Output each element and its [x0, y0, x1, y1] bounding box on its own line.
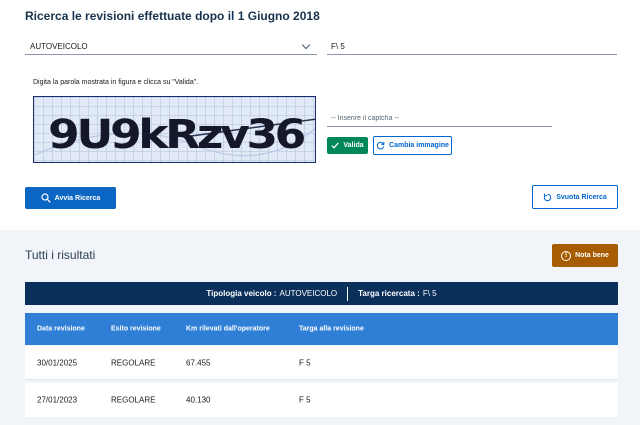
- summary-plate-label: Targa ricercata :: [358, 289, 420, 298]
- captcha-hint: Digita la parola mostrata in figura e cl…: [33, 79, 199, 86]
- column-header-date: Data revisione: [37, 325, 85, 333]
- column-header-km: Km rilevati dall'operatore: [186, 325, 270, 333]
- summary-plate-value: F\ 5: [422, 289, 437, 298]
- search-button[interactable]: Avvia Ricerca: [25, 187, 116, 209]
- cell-date: 30/01/2025: [37, 358, 78, 367]
- table-row: 27/01/2023 REGOLARE 40.130 F 5: [25, 383, 618, 417]
- refresh-icon: [376, 141, 385, 150]
- change-image-label: Cambia immagine: [389, 142, 449, 149]
- vehicle-type-value: AUTOVEICOLO: [30, 41, 88, 51]
- captcha-text: 9U9kRzv36: [48, 112, 304, 158]
- cell-outcome: REGOLARE: [111, 358, 156, 367]
- search-label: Avvia Ricerca: [54, 194, 101, 202]
- change-image-button[interactable]: Cambia immagine: [373, 136, 452, 155]
- search-icon: [41, 193, 51, 203]
- cell-km: 40.130: [186, 395, 211, 405]
- summary-vehicle-value: AUTOVEICOLO: [279, 289, 338, 298]
- cell-plate: F 5: [299, 395, 311, 405]
- cell-plate: F 5: [299, 358, 311, 367]
- plate-input[interactable]: [327, 38, 617, 55]
- validate-label: Valida: [343, 142, 364, 149]
- chevron-down-icon: [301, 40, 311, 49]
- cell-date: 27/01/2023: [37, 395, 78, 405]
- captcha-image: 9U9kRzv36: [33, 96, 316, 163]
- check-icon: [331, 142, 340, 149]
- column-header-outcome: Esito revisione: [111, 325, 161, 333]
- column-header-plate: Targa alla revisione: [299, 325, 364, 333]
- note-button[interactable]: ! Nota bene: [552, 244, 618, 267]
- summary-vehicle-label: Tipologia veicolo :: [206, 289, 277, 298]
- results-title: Tutti i risultati: [25, 248, 96, 262]
- search-summary-bar: Tipologia veicolo : AUTOVEICOLO Targa ri…: [25, 282, 618, 305]
- clear-label: Svuota Ricerca: [556, 193, 607, 201]
- vehicle-type-select[interactable]: AUTOVEICOLO: [25, 38, 317, 55]
- results-table-header: Data revisione Esito revisione Km rileva…: [25, 313, 618, 345]
- note-label: Nota bene: [575, 252, 609, 259]
- validate-button[interactable]: Valida: [327, 137, 368, 154]
- table-row: 30/01/2025 REGOLARE 67.455 F 5: [25, 346, 618, 380]
- page-title: Ricerca le revisioni effettuate dopo il …: [25, 9, 320, 23]
- summary-divider: [347, 286, 349, 301]
- cell-km: 67.455: [186, 358, 211, 367]
- cell-outcome: REGOLARE: [111, 395, 156, 405]
- reset-icon: [543, 192, 552, 201]
- clear-button[interactable]: Svuota Ricerca: [532, 185, 618, 209]
- info-icon: !: [561, 250, 572, 261]
- captcha-input[interactable]: [327, 110, 552, 127]
